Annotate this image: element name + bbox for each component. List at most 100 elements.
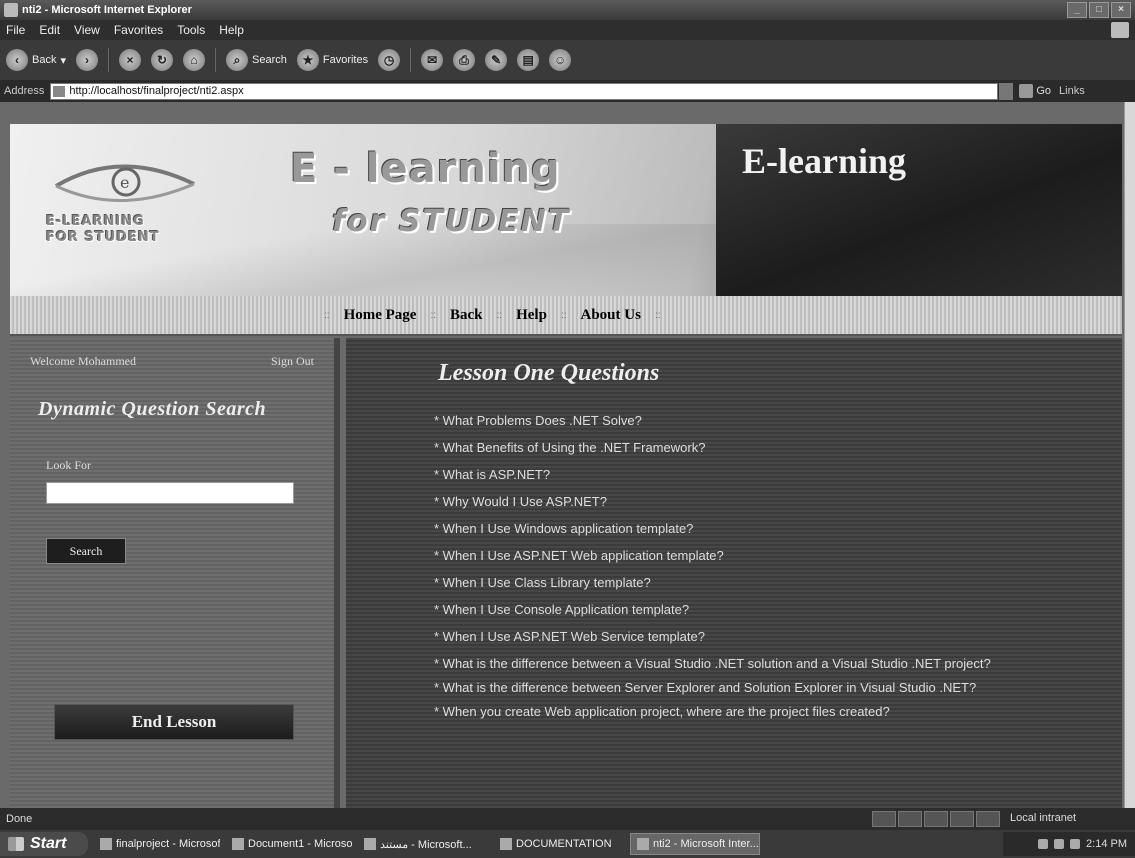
menu-help[interactable]: Help [219,23,244,37]
chevron-down-icon[interactable]: ▾ [60,54,66,67]
address-url: http://localhost/finalproject/nti2.aspx [69,84,244,97]
nav-separator: :: [496,309,503,321]
history-icon[interactable]: ◷ [378,49,401,71]
search-button[interactable]: ⌕ Search [226,49,287,71]
question-link[interactable]: What Benefits of Using the .NET Framewor… [434,439,1034,457]
network-icon[interactable] [1038,839,1049,849]
address-bar: Address http://localhost/finalproject/nt… [0,80,1135,102]
status-panel [924,811,948,827]
minimize-button[interactable]: _ [1067,2,1087,18]
toolbar-separator [410,48,412,72]
browser-toolbar: ‹ Back ▾ › × ↻ ⌂ ⌕ Search ★ Favorites ◷ … [0,40,1135,80]
taskbar-item[interactable]: مستند - Microsoft... [358,833,488,855]
status-bar: Done Local intranet [0,808,1135,830]
mail-icon[interactable]: ✉ [421,49,444,71]
windows-taskbar: Start finalproject - Microsoft... Docume… [0,830,1135,858]
messenger-icon[interactable]: ☺ [549,49,572,71]
menu-tools[interactable]: Tools [177,23,205,37]
nav-separator: :: [324,309,330,321]
look-for-input[interactable] [46,482,294,504]
taskbar-item[interactable]: finalproject - Microsoft... [94,833,220,855]
question-link[interactable]: When I Use ASP.NET Web Service template? [434,628,1034,646]
status-panel [898,811,922,827]
search-question-button[interactable]: Search [46,538,126,564]
logo-text: E-LEARNING FOR STUDENT [46,214,160,246]
window-controls: _ □ × [1067,2,1131,18]
start-button[interactable]: Start [0,832,88,856]
menu-edit[interactable]: Edit [39,23,60,37]
question-link[interactable]: What is the difference between Server Ex… [434,679,1034,697]
home-icon[interactable]: ⌂ [183,49,205,71]
folder-icon [500,838,512,850]
maximize-button[interactable]: □ [1089,2,1109,18]
question-link[interactable]: When I Use ASP.NET Web application templ… [434,547,1034,565]
question-link[interactable]: When I Use Windows application template? [434,520,1034,538]
windows-flag-icon [8,837,24,851]
start-label: Start [30,835,67,852]
back-label: Back [32,54,57,66]
taskbar-item[interactable]: Document1 - Microsoft... [226,833,352,855]
page-icon [53,85,66,97]
logo-line-1: E-LEARNING [46,214,145,229]
question-link[interactable]: When I Use Console Application template? [434,601,1034,619]
question-link[interactable]: What is ASP.NET? [434,466,1034,484]
nav-separator: :: [654,309,661,321]
nav-home-page[interactable]: Home Page [344,307,417,324]
volume-icon[interactable] [1054,839,1065,849]
status-text: Done [6,813,33,825]
sign-out-link[interactable]: Sign Out [271,354,314,369]
forward-button[interactable]: › [76,49,98,71]
sidebar: Welcome Mohammed Sign Out Dynamic Questi… [10,338,340,808]
question-link[interactable]: What is the difference between a Visual … [434,655,1034,673]
taskbar-item-label: finalproject - Microsoft... [116,838,220,850]
taskbar-item-label: Document1 - Microsoft... [248,838,352,850]
taskbar-item-active[interactable]: nti2 - Microsoft Inter... [630,833,760,855]
vertical-scrollbar[interactable] [1124,102,1135,808]
taskbar-item[interactable]: DOCUMENTATION [494,833,624,855]
menu-favorites[interactable]: Favorites [114,23,163,37]
stop-icon[interactable]: × [119,49,141,71]
site-banner: e E-LEARNING FOR STUDENT E - learning fo… [10,124,1122,296]
ie-icon [637,838,649,850]
taskbar-item-label: DOCUMENTATION [516,838,612,850]
address-label: Address [4,85,45,97]
look-for-label: Look For [46,458,91,472]
system-tray: 2:14 PM [1003,832,1135,856]
word-icon [364,838,376,850]
lesson-content: Lesson One Questions What Problems Does … [346,338,1122,808]
window-title: nti2 - Microsoft Internet Explorer [22,4,192,16]
menu-file[interactable]: File [6,23,25,37]
go-button[interactable]: Go [1019,84,1051,98]
nav-about-us[interactable]: About Us [581,307,641,324]
favorites-button[interactable]: ★ Favorites [296,49,369,71]
question-link[interactable]: When I Use Class Library template? [434,574,1034,592]
favorites-label: Favorites [322,54,369,66]
banner-title: E - learning [290,146,561,192]
edit-icon[interactable]: ✎ [485,49,508,71]
address-input[interactable]: http://localhost/finalproject/nti2.aspx [50,82,999,100]
close-button[interactable]: × [1111,2,1131,18]
print-icon[interactable]: ⎙ [453,49,476,71]
nav-help[interactable]: Help [516,307,547,324]
toolbar-separator [108,48,109,72]
question-link[interactable]: When you create Web application project,… [434,703,1034,721]
clock: 2:14 PM [1086,838,1127,850]
language-icon[interactable] [1070,839,1081,849]
nav-separator: :: [560,309,567,321]
taskbar-item-label: مستند - Microsoft... [380,838,472,851]
question-link[interactable]: What Problems Does .NET Solve? [434,412,1034,430]
refresh-icon[interactable]: ↻ [151,49,173,71]
status-panel [872,811,896,827]
status-panel [976,811,1000,827]
nav-back[interactable]: Back [450,307,483,324]
end-lesson-button[interactable]: End Lesson [54,704,294,740]
ie-app-icon [4,3,18,17]
address-dropdown-button[interactable] [999,82,1014,100]
security-zone: Local intranet [1010,812,1077,824]
question-link[interactable]: Why Would I Use ASP.NET? [434,493,1034,511]
menu-view[interactable]: View [74,23,100,37]
links-button[interactable]: Links [1059,85,1085,97]
back-button[interactable]: ‹ Back ▾ [6,49,66,71]
menu-bar: File Edit View Favorites Tools Help [0,20,1135,40]
discuss-icon[interactable]: ▤ [517,49,540,71]
